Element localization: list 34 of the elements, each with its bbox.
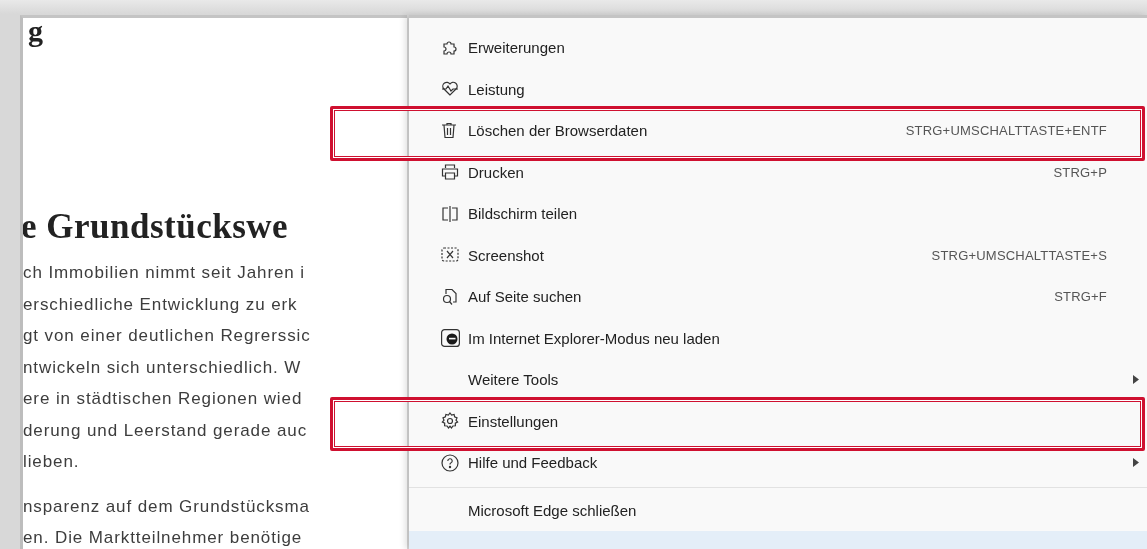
menu-item[interactable]: Auf Seite suchen STRG+F bbox=[409, 276, 1147, 318]
menu-item[interactable]: Hilfe und Feedback bbox=[409, 442, 1147, 484]
menu-item[interactable]: Weitere Tools bbox=[409, 359, 1147, 401]
settings-icon bbox=[441, 412, 459, 431]
paragraph-line: ere in städtischen Regionen wied bbox=[23, 388, 304, 410]
paragraph-line: ntwickeln sich unterschiedlich. W bbox=[23, 356, 303, 379]
menu-item[interactable]: Erweiterungen bbox=[409, 27, 1147, 69]
menu-item[interactable]: Drucken STRG+P bbox=[409, 151, 1147, 193]
paragraph-line: en. Die Marktteilnehmer benötige bbox=[23, 527, 304, 549]
submenu-arrow-icon bbox=[1133, 375, 1139, 384]
submenu-arrow-icon bbox=[1133, 458, 1139, 467]
paragraph-line: nsparenz auf dem Grundstücksma bbox=[23, 495, 311, 518]
screenshot-icon bbox=[441, 247, 459, 264]
page-search-icon bbox=[441, 287, 459, 306]
split-screen-icon bbox=[441, 205, 459, 222]
paragraph-line: erschiedliche Entwicklung zu erk bbox=[23, 293, 299, 316]
menu-item[interactable]: Im Internet Explorer-Modus neu laden bbox=[409, 317, 1147, 359]
menu-item[interactable]: Bildschirm teilen bbox=[409, 193, 1147, 235]
article-heading: e Grundstückswe bbox=[23, 207, 290, 247]
menu-item[interactable]: Microsoft Edge schließen bbox=[409, 489, 1147, 531]
menu-item[interactable]: Löschen der Browserdaten STRG+UMSCHALTTASTE+ENTF bbox=[409, 110, 1147, 152]
printer-icon bbox=[441, 164, 459, 181]
ie-logo-icon bbox=[441, 329, 460, 348]
menu-item[interactable]: Screenshot STRG+UMSCHALTTASTE+S bbox=[409, 234, 1147, 276]
help-icon bbox=[441, 453, 459, 472]
paragraph-line: lieben. bbox=[23, 451, 81, 473]
heartbeat-icon bbox=[441, 81, 459, 98]
trash-icon bbox=[441, 122, 457, 140]
menu-item[interactable]: Einstellungen bbox=[409, 400, 1147, 442]
paragraph-line: derung und Leerstand gerade auc bbox=[23, 419, 309, 442]
puzzle-icon bbox=[441, 38, 459, 57]
paragraph-line: gt von einer deutlichen Regrerssic bbox=[23, 325, 312, 347]
paragraph-line: ch Immobilien nimmt seit Jahren i bbox=[23, 262, 306, 284]
menu-item[interactable]: Leistung bbox=[409, 68, 1147, 110]
